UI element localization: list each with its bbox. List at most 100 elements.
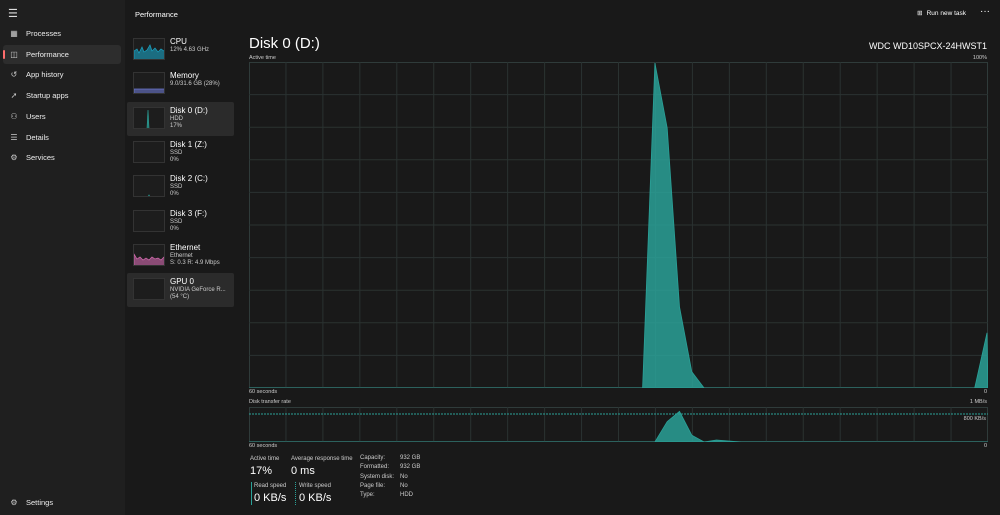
sidebar-item-performance[interactable]: ◫ Performance — [3, 44, 121, 64]
chart2-max: 1 MB/s — [969, 399, 987, 405]
device-thumbnail-graph — [133, 140, 165, 163]
read-speed-value: 0 KB/s — [254, 492, 287, 504]
list-icon: ☰ — [10, 132, 18, 142]
rocket-icon: ➚ — [10, 91, 18, 101]
prop-label: System disk: — [360, 473, 395, 480]
read-speed-label: Read speed — [254, 483, 287, 489]
sidebar-item-label: Startup apps — [26, 91, 69, 101]
read-indicator — [251, 482, 252, 505]
chart1-label: Active time — [249, 55, 276, 61]
users-icon: ⚇ — [10, 111, 18, 121]
chart1-max: 100% — [972, 55, 987, 61]
device-name: Disk 1 (Z:) — [170, 139, 207, 149]
device-usage: (54 °C) — [170, 294, 190, 301]
prop-value: No — [400, 482, 408, 489]
sidebar-item-app-history[interactable]: ↺ App history — [3, 65, 121, 84]
device-info: HDD — [170, 115, 183, 122]
gear-icon: ⚙ — [10, 153, 18, 163]
device-info: Ethernet — [170, 252, 193, 259]
chart2-xleft: 60 seconds — [249, 443, 278, 449]
chart1-xright: 0 — [983, 389, 987, 395]
active-time-label: Active time — [250, 456, 280, 462]
device-disk-3-f[interactable]: Disk 3 (F:) SSD 0% — [127, 205, 234, 239]
device-thumbnail-graph — [133, 209, 165, 232]
write-speed-label: Write speed — [299, 483, 331, 489]
transfer-rate-chart — [249, 407, 988, 442]
device-cpu[interactable]: CPU 12% 4.63 GHz — [127, 33, 234, 67]
device-info: 12% 4.63 GHz — [170, 47, 210, 53]
active-time-chart — [249, 62, 988, 388]
device-name: CPU — [170, 37, 187, 46]
sidebar-item-label: Performance — [26, 49, 69, 59]
device-thumbnail-graph — [133, 72, 165, 95]
sidebar-item-details[interactable]: ☰ Details — [3, 128, 121, 147]
device-name: Disk 3 (F:) — [170, 208, 207, 218]
device-thumbnail-graph — [133, 175, 165, 198]
device-memory[interactable]: Memory 9.0/31.6 GB (28%) — [127, 67, 234, 101]
device-info: SSD — [170, 149, 183, 156]
run-new-task-button[interactable]: ⊞ Run new task — [917, 9, 966, 18]
gear-icon: ⚙ — [10, 498, 18, 507]
device-gpu-0[interactable]: GPU 0 NVIDIA GeForce R... (54 °C) — [127, 273, 234, 308]
prop-label: Formatted: — [360, 464, 390, 471]
sidebar-item-label: Processes — [26, 29, 62, 38]
prop-value: HDD — [400, 492, 413, 499]
device-usage: 0% — [170, 191, 179, 198]
sidebar-item-startup-apps[interactable]: ➚ Startup apps — [3, 86, 121, 105]
page-title: Performance — [135, 10, 178, 19]
grid-icon: ▦ — [10, 29, 18, 38]
device-name: Disk 2 (C:) — [170, 174, 208, 184]
prop-label: Capacity: — [360, 455, 386, 461]
device-thumbnail-graph — [133, 38, 165, 60]
prop-value: 932 GB — [400, 464, 421, 471]
sidebar-item-label: App history — [26, 70, 64, 80]
device-info: SSD — [170, 218, 183, 225]
sidebar-item-processes[interactable]: ▦ Processes — [3, 24, 121, 43]
device-info: SSD — [170, 184, 183, 191]
chart2-label: Disk transfer rate — [249, 399, 291, 405]
chart1-xleft: 60 seconds — [249, 389, 278, 395]
response-time-label: Average response time — [291, 456, 353, 462]
device-usage: S: 0.3 R: 4.9 Mbps — [170, 259, 220, 266]
sidebar-item-users[interactable]: ⚇ Users — [3, 107, 121, 126]
device-disk-0-d[interactable]: Disk 0 (D:) HDD 17% — [127, 101, 234, 136]
device-thumbnail-graph — [133, 278, 165, 301]
device-name: Memory — [170, 71, 199, 81]
device-usage: 0% — [170, 156, 179, 163]
active-time-value: 17% — [250, 465, 273, 477]
sidebar: ☰ ▦ Processes ◫ Performance ↺ App history ➚ Sta… — [0, 0, 125, 515]
sidebar-item-services[interactable]: ⚙ Services — [3, 148, 121, 167]
device-disk-1-z[interactable]: Disk 1 (Z:) SSD 0% — [127, 136, 234, 170]
device-info: NVIDIA GeForce R... — [170, 287, 226, 294]
prop-label: Page file: — [360, 482, 386, 489]
write-speed-value: 0 KB/s — [299, 492, 332, 504]
disk-title: Disk 0 (D:) — [249, 35, 320, 52]
device-name: Disk 0 (D:) — [170, 105, 208, 115]
sidebar-item-label: Settings — [26, 498, 54, 507]
device-name: Ethernet — [170, 242, 201, 252]
disk-model: WDC WD10SPCX-24HWST1 — [868, 41, 987, 51]
main-panel: Performance ⊞ Run new task ··· CPU 12% 4.… — [125, 0, 1000, 515]
sidebar-item-label: Services — [26, 153, 55, 163]
device-thumbnail-graph — [133, 106, 165, 129]
response-time-value: 0 ms — [291, 465, 315, 477]
chart2-xright: 0 — [983, 443, 987, 449]
chart-icon: ◫ — [10, 49, 18, 59]
write-indicator — [295, 482, 296, 505]
device-usage: 0% — [170, 225, 179, 232]
menu-icon[interactable]: ☰ — [8, 7, 18, 20]
device-ethernet[interactable]: Ethernet Ethernet S: 0.3 R: 4.9 Mbps — [127, 239, 234, 273]
sidebar-item-label: Users — [26, 111, 46, 121]
run-task-icon: ⊞ — [917, 10, 923, 17]
device-name: GPU 0 — [170, 277, 195, 287]
run-new-task-label: Run new task — [926, 9, 966, 17]
device-thumbnail-graph — [133, 243, 165, 266]
device-info: 9.0/31.6 GB (28%) — [170, 81, 220, 88]
sidebar-item-label: Details — [26, 132, 49, 142]
device-disk-2-c[interactable]: Disk 2 (C:) SSD 0% — [127, 170, 234, 204]
more-options-button[interactable]: ··· — [980, 6, 990, 17]
prop-label: Type: — [360, 492, 375, 499]
prop-value: No — [400, 473, 408, 480]
sidebar-item-settings[interactable]: ⚙ Settings — [3, 493, 121, 512]
device-usage: 17% — [170, 122, 183, 129]
